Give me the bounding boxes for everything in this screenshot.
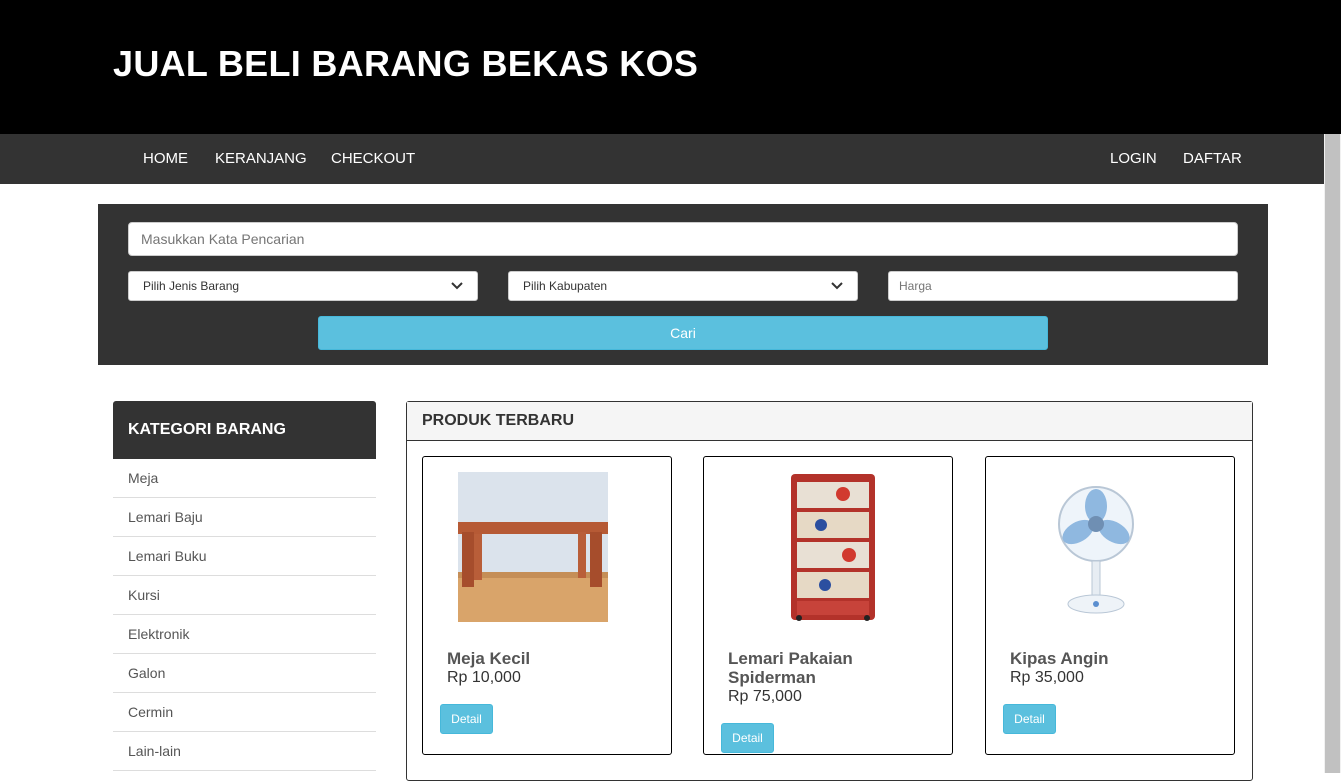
table-photo [458, 472, 608, 622]
product-price: Rp 75,000 [728, 688, 802, 705]
kategori-item-lain-lain[interactable]: Lain-lain [113, 732, 376, 771]
cari-button[interactable]: Cari [318, 316, 1048, 350]
kabupaten-value: Pilih Kabupaten [523, 279, 608, 293]
product-card: Kipas Angin Rp 35,000 Detail [985, 456, 1235, 755]
site-title: JUAL BELI BARANG BEKAS KOS [113, 43, 699, 84]
kategori-sidebar: KATEGORI BARANG Meja Lemari Baju Lemari … [113, 401, 376, 771]
nav-checkout[interactable]: CHECKOUT [331, 150, 415, 167]
drawer-cabinet-photo [739, 472, 889, 622]
product-name[interactable]: Lemari Pakaian Spiderman [728, 649, 928, 687]
product-card: Lemari Pakaian Spiderman Rp 75,000 Detai… [703, 456, 953, 755]
detail-button[interactable]: Detail [1003, 704, 1056, 734]
product-price: Rp 10,000 [447, 669, 521, 686]
kategori-item-lemari-baju[interactable]: Lemari Baju [113, 498, 376, 537]
kabupaten-select[interactable]: Pilih Kabupaten [508, 271, 858, 301]
product-card: Meja Kecil Rp 10,000 Detail [422, 456, 672, 755]
kategori-item-cermin[interactable]: Cermin [113, 693, 376, 732]
nav-home[interactable]: HOME [143, 150, 188, 167]
site-header: JUAL BELI BARANG BEKAS KOS [0, 0, 1341, 134]
detail-button[interactable]: Detail [721, 723, 774, 753]
harga-input[interactable] [888, 271, 1238, 301]
product-price: Rp 35,000 [1010, 669, 1084, 686]
kategori-title: KATEGORI BARANG [113, 401, 376, 459]
chevron-down-icon [451, 279, 463, 293]
search-panel: Pilih Jenis Barang Pilih Kabupaten Cari [98, 204, 1268, 365]
jenis-barang-value: Pilih Jenis Barang [143, 279, 240, 293]
jenis-barang-select[interactable]: Pilih Jenis Barang [128, 271, 478, 301]
scrollbar-thumb[interactable] [1325, 134, 1340, 773]
chevron-down-icon [831, 279, 843, 293]
kategori-item-galon[interactable]: Galon [113, 654, 376, 693]
nav-daftar[interactable]: DAFTAR [1183, 150, 1242, 167]
detail-button[interactable]: Detail [440, 704, 493, 734]
kategori-item-elektronik[interactable]: Elektronik [113, 615, 376, 654]
produk-title: PRODUK TERBARU [407, 402, 1252, 441]
nav-login[interactable]: LOGIN [1110, 150, 1157, 167]
kategori-item-lemari-buku[interactable]: Lemari Buku [113, 537, 376, 576]
fan-photo [1021, 472, 1171, 622]
nav-keranjang[interactable]: KERANJANG [215, 150, 307, 167]
search-input[interactable] [128, 222, 1238, 256]
main-navbar: HOME KERANJANG CHECKOUT LOGIN DAFTAR [0, 134, 1341, 184]
product-name[interactable]: Kipas Angin [1010, 649, 1210, 668]
product-name[interactable]: Meja Kecil [447, 649, 647, 668]
produk-panel: PRODUK TERBARU Meja Kecil Rp 10,000 Deta… [406, 401, 1253, 781]
kategori-item-meja[interactable]: Meja [113, 459, 376, 498]
kategori-item-kursi[interactable]: Kursi [113, 576, 376, 615]
